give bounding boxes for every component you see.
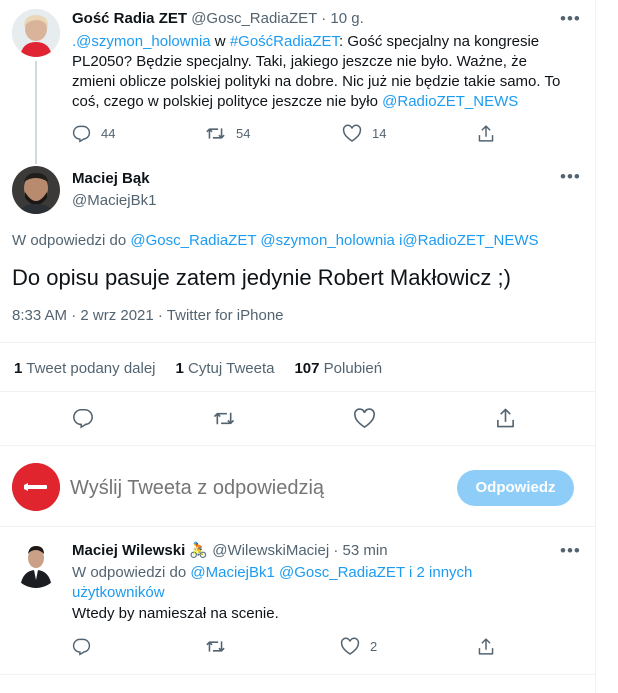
stat-label: Cytuj Tweeta (188, 360, 275, 377)
retweet-icon (206, 641, 225, 652)
tweet-thread: Gość Radia ZET @Gosc_RadiaZET · 10 g. ••… (0, 0, 596, 693)
cyclist-emoji: 🚴 (189, 542, 209, 559)
main-retweet-button[interactable] (212, 408, 236, 429)
parent-retweet-button[interactable]: 54 (205, 124, 250, 143)
parent-like-button[interactable]: 14 (342, 124, 386, 143)
reply-author-name[interactable]: Maciej Wilewski (72, 542, 185, 559)
like-icon (340, 637, 360, 655)
main-share-button[interactable] (495, 407, 516, 429)
main-avatar[interactable] (12, 166, 60, 214)
parent-share-button[interactable] (477, 124, 495, 143)
parent-avatar[interactable] (12, 9, 60, 57)
tweet-text-segment: w (210, 33, 230, 50)
reply-like-button[interactable]: 2 (340, 637, 377, 656)
main-like-button[interactable] (353, 408, 376, 429)
stat-quotes[interactable]: 1 Cytuj Tweeta (176, 360, 275, 377)
reply-mention-link[interactable]: @Gosc_RadiaZET (279, 564, 405, 581)
reply-context-prefix: W odpowiedzi do (12, 232, 127, 249)
parent-reply-button[interactable]: 44 (72, 124, 115, 143)
reply-input[interactable] (70, 473, 440, 503)
retweet-icon (213, 412, 235, 425)
reply-like-count: 2 (370, 639, 378, 654)
main-tweet-text: Do opisu pasuje zatem jedynie Robert Mak… (12, 265, 511, 290)
stat-label: Tweet podany dalej (26, 360, 156, 377)
reply-icon (72, 125, 91, 143)
main-reply-context: W odpowiedzi do @Gosc_RadiaZET @szymon_h… (12, 232, 539, 249)
reply-mention-link[interactable]: @MaciejBk1 (190, 564, 274, 581)
more-icon[interactable]: ••• (560, 10, 581, 27)
thread-line (35, 61, 37, 164)
reply-mention-link[interactable]: @Gosc_RadiaZET (130, 232, 256, 249)
main-author-name[interactable]: Maciej Bąk (72, 170, 150, 187)
main-timestamp[interactable]: 8:33 AM · 2 wrz 2021 · Twitter for iPhon… (12, 307, 284, 324)
main-author-handle[interactable]: @MaciejBk1 (72, 192, 156, 209)
share-icon (478, 125, 494, 142)
stat-count: 1 (175, 360, 184, 377)
parent-author-name[interactable]: Gość Radia ZET (72, 10, 187, 27)
parent-author-handle[interactable]: @Gosc_RadiaZET (191, 10, 317, 27)
share-icon (497, 408, 514, 428)
divider (0, 342, 596, 343)
reply-author-handle[interactable]: @WilewskiMaciej (212, 542, 329, 559)
retweet-icon (206, 128, 225, 139)
reply-icon (73, 408, 93, 429)
reply-reply-context: W odpowiedzi do @MaciejBk1 @Gosc_RadiaZE… (72, 563, 552, 603)
reply-tweet-text: Wtedy by namieszał na scenie. (72, 605, 279, 622)
stat-count: 107 (294, 360, 320, 377)
more-icon[interactable]: ••• (560, 168, 581, 185)
parent-tweet-text: .@szymon_holownia w #GośćRadiaZET: Gość … (72, 32, 572, 112)
divider (0, 391, 596, 392)
reply-share-button[interactable] (477, 637, 495, 656)
divider (0, 526, 596, 527)
reply-mention-link[interactable]: i@RadioZET_NEWS (399, 232, 538, 249)
parent-header: Gość Radia ZET @Gosc_RadiaZET · 10 g. (72, 10, 364, 27)
parent-like-count: 14 (372, 126, 387, 141)
stat-count: 1 (14, 360, 23, 377)
parent-retweet-count: 54 (236, 126, 251, 141)
stat-label: Polubień (323, 360, 383, 377)
reply-icon (72, 638, 91, 656)
reply-header: Maciej Wilewski 🚴 @WilewskiMaciej · 53 m… (72, 541, 388, 559)
stat-likes[interactable]: 107 Polubień (294, 360, 382, 377)
reply-mention-link[interactable]: @szymon_holownia (260, 232, 394, 249)
like-icon (354, 408, 375, 429)
stat-retweets[interactable]: 1 Tweet podany dalej (14, 360, 156, 377)
main-reply-button[interactable] (72, 407, 94, 429)
mention-link[interactable]: #GośćRadiaZET (230, 33, 339, 50)
reply-reply-button[interactable] (72, 637, 91, 656)
separator: · (333, 542, 339, 559)
parent-time[interactable]: 10 g. (330, 10, 363, 27)
mention-link[interactable]: .@szymon_holownia (72, 33, 211, 50)
parent-reply-count: 44 (101, 126, 116, 141)
divider (0, 674, 596, 675)
share-icon (478, 638, 494, 655)
reply-time[interactable]: 53 min (343, 542, 388, 559)
like-icon (342, 124, 362, 142)
reply-context-prefix: W odpowiedzi do (72, 564, 187, 581)
more-icon[interactable]: ••• (560, 542, 581, 559)
composer-avatar (12, 463, 60, 511)
reply-retweet-button[interactable] (205, 637, 226, 656)
separator: · (321, 10, 327, 27)
mention-link[interactable]: @RadioZET_NEWS (382, 93, 518, 110)
reply-avatar[interactable] (12, 540, 60, 588)
reply-submit-button[interactable]: Odpowiedz (457, 470, 574, 506)
divider (0, 445, 596, 446)
main-stats: 1 Tweet podany dalej 1 Cytuj Tweeta 107 … (14, 360, 382, 377)
